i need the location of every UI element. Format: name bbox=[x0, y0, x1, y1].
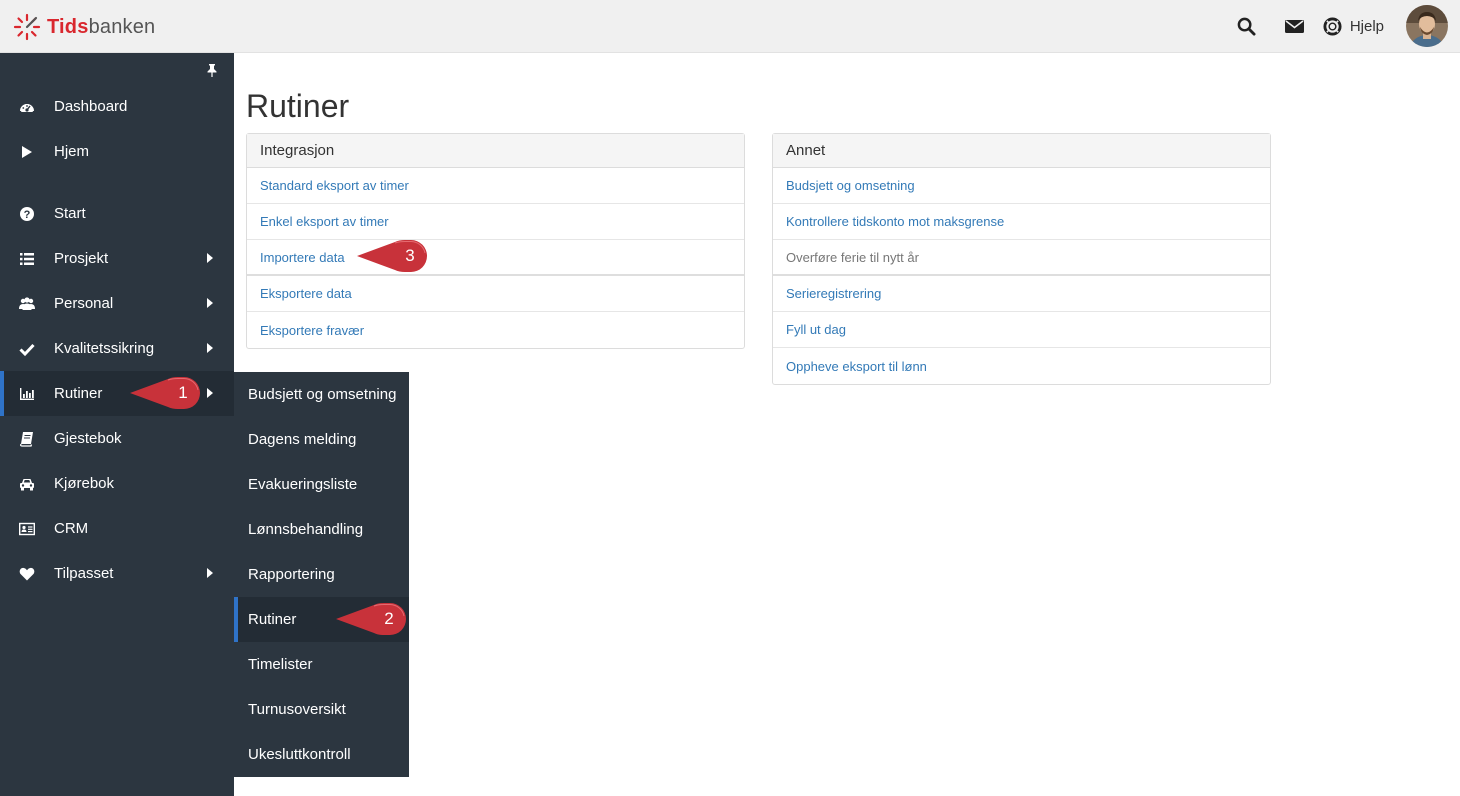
chevron-right-icon bbox=[207, 568, 213, 578]
top-bar: Tidsbanken Hjelp bbox=[0, 0, 1460, 53]
callout-marker: 3 bbox=[355, 240, 427, 272]
chevron-right-icon bbox=[207, 298, 213, 308]
dashboard-icon bbox=[0, 99, 54, 115]
question-icon: ? bbox=[0, 206, 54, 222]
brand-name: Tidsbanken bbox=[47, 15, 156, 38]
submenu-item-dagens-melding[interactable]: Dagens melding bbox=[234, 417, 409, 462]
pin-icon[interactable] bbox=[203, 61, 221, 79]
link-kontrollere-tidskonto[interactable]: Kontrollere tidskonto mot maksgrense bbox=[773, 204, 1270, 240]
callout-marker: 1 bbox=[128, 377, 200, 409]
sidebar-item-kjorebok[interactable]: Kjørebok bbox=[0, 461, 234, 506]
list-icon bbox=[0, 251, 54, 267]
bar-chart-icon bbox=[0, 386, 54, 402]
link-eksportere-data[interactable]: Eksportere data bbox=[247, 276, 744, 312]
heart-icon bbox=[0, 566, 54, 582]
submenu-item-budsjett[interactable]: Budsjett og omsetning bbox=[234, 372, 409, 417]
link-enkel-eksport[interactable]: Enkel eksport av timer bbox=[247, 204, 744, 240]
link-overfore-ferie: Overføre ferie til nytt år bbox=[773, 240, 1270, 276]
panel-integrasjon: Integrasjon Standard eksport av timer En… bbox=[246, 133, 745, 349]
clock-logo-icon bbox=[13, 13, 41, 41]
submenu-item-turnusoversikt[interactable]: Turnusoversikt bbox=[234, 687, 409, 732]
link-oppheve-eksport[interactable]: Oppheve eksport til lønn bbox=[773, 348, 1270, 384]
chevron-right-icon bbox=[207, 388, 213, 398]
link-fyll-ut-dag[interactable]: Fyll ut dag bbox=[773, 312, 1270, 348]
sidebar-item-kvalitetssikring[interactable]: Kvalitetssikring bbox=[0, 326, 234, 371]
help-label: Hjelp bbox=[1349, 17, 1384, 35]
users-icon bbox=[0, 296, 54, 312]
link-standard-eksport[interactable]: Standard eksport av timer bbox=[247, 168, 744, 204]
panel-heading: Integrasjon bbox=[247, 134, 744, 168]
link-budsjett-omsetning[interactable]: Budsjett og omsetning bbox=[773, 168, 1270, 204]
help-button[interactable]: Hjelp bbox=[1323, 16, 1384, 36]
search-icon[interactable] bbox=[1223, 5, 1271, 47]
sidebar-item-tilpasset[interactable]: Tilpasset bbox=[0, 551, 234, 596]
rutiner-submenu: Budsjett og omsetning Dagens melding Eva… bbox=[234, 372, 409, 777]
sidebar-item-personal[interactable]: Personal bbox=[0, 281, 234, 326]
submenu-item-ukesluttkontroll[interactable]: Ukesluttkontroll bbox=[234, 732, 409, 777]
sidebar-item-crm[interactable]: CRM bbox=[0, 506, 234, 551]
check-icon bbox=[0, 341, 54, 357]
car-icon bbox=[0, 476, 54, 492]
user-avatar[interactable] bbox=[1406, 5, 1448, 47]
page-title: Rutiner bbox=[246, 88, 350, 124]
chevron-right-icon bbox=[207, 253, 213, 263]
envelope-icon[interactable] bbox=[1271, 5, 1319, 47]
panel-heading: Annet bbox=[773, 134, 1270, 168]
life-ring-icon bbox=[1323, 16, 1342, 36]
sidebar-item-hjem[interactable]: Hjem bbox=[0, 129, 234, 174]
sidebar-item-prosjekt[interactable]: Prosjekt bbox=[0, 236, 234, 281]
chevron-right-icon bbox=[207, 343, 213, 353]
submenu-item-rapportering[interactable]: Rapportering bbox=[234, 552, 409, 597]
book-icon bbox=[0, 431, 54, 447]
sidebar: Dashboard Hjem ? Start Prosjekt Personal… bbox=[0, 53, 234, 796]
sidebar-item-dashboard[interactable]: Dashboard bbox=[0, 84, 234, 129]
play-icon bbox=[0, 144, 54, 160]
link-serieregistrering[interactable]: Serieregistrering bbox=[773, 276, 1270, 312]
id-card-icon bbox=[0, 521, 54, 537]
svg-text:?: ? bbox=[24, 209, 31, 221]
submenu-item-timelister[interactable]: Timelister bbox=[234, 642, 409, 687]
submenu-item-evakueringsliste[interactable]: Evakueringsliste bbox=[234, 462, 409, 507]
link-importere-data[interactable]: Importere data bbox=[247, 240, 744, 276]
link-eksportere-fravaer[interactable]: Eksportere fravær bbox=[247, 312, 744, 348]
submenu-item-lonnsbehandling[interactable]: Lønnsbehandling bbox=[234, 507, 409, 552]
brand-logo[interactable]: Tidsbanken bbox=[12, 12, 155, 42]
panel-annet: Annet Budsjett og omsetning Kontrollere … bbox=[772, 133, 1271, 385]
sidebar-item-gjestebok[interactable]: Gjestebok bbox=[0, 416, 234, 461]
callout-marker: 2 bbox=[334, 603, 406, 635]
sidebar-item-start[interactable]: ? Start bbox=[0, 191, 234, 236]
